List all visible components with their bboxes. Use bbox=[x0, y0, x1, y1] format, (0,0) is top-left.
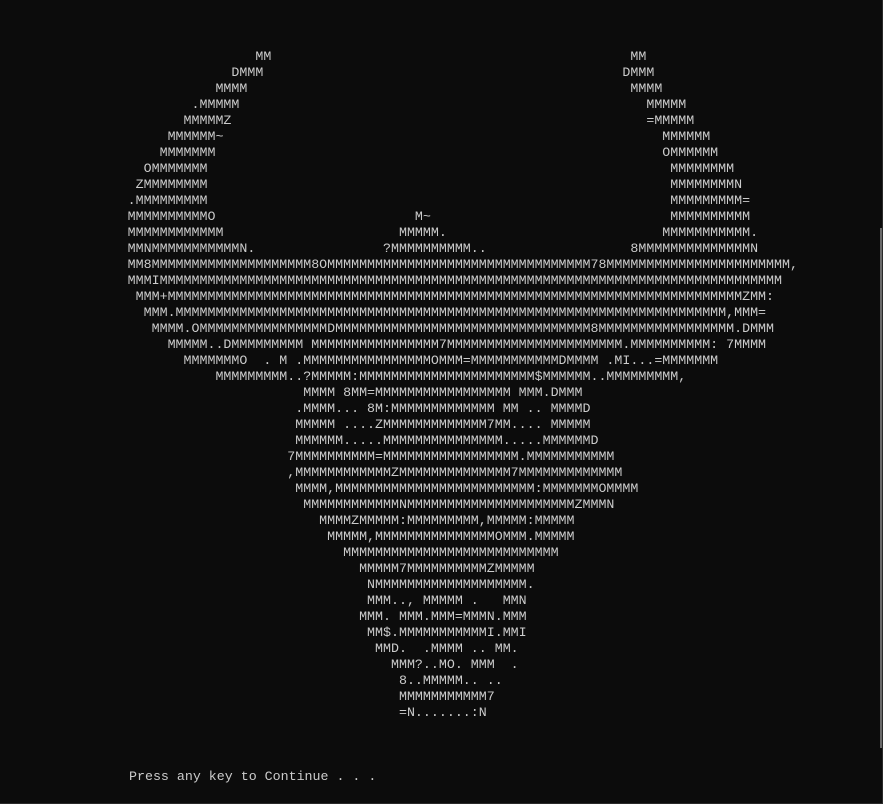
ascii-art-line: MMMMMMMMMMMM MMMMM. MMMMMMMMMMM. bbox=[0, 225, 759, 240]
ascii-art-line: MMMMM ....ZMMMMMMMMMMMMM7MM.... MMMMM bbox=[0, 417, 591, 432]
ascii-art-line: .MMMM... 8M:MMMMMMMMMMMMM MM .. MMMMD bbox=[0, 401, 591, 416]
ascii-art-line: MMM+MMMMMMMMMMMMMMMMMMMMMMMMMMMMMMMMMMMM… bbox=[0, 289, 775, 304]
ascii-art-line: MMMMMMM OMMMMMM bbox=[0, 145, 719, 160]
ascii-art-line: MMMMMMMMM..?MMMMM:MMMMMMMMMMMMMMMMMMMMMM… bbox=[0, 369, 687, 384]
ascii-art-line: MMMMMMMMMMMMMMMMMMMMMMMMMMM bbox=[0, 545, 559, 560]
ascii-art-line: ZMMMMMMMM MMMMMMMMN bbox=[0, 177, 743, 192]
ascii-art-line: .MMMMM MMMMM bbox=[0, 97, 687, 112]
ascii-art-line: MMMMMM.....MMMMMMMMMMMMMMM.....MMMMMMD bbox=[0, 433, 599, 448]
ascii-art-line: =N.......:N bbox=[0, 705, 487, 720]
ascii-art-line: MMMM.OMMMMMMMMMMMMMMMMDMMMMMMMMMMMMMMMMM… bbox=[0, 321, 775, 336]
ascii-art-line: DMMM DMMM bbox=[0, 65, 655, 80]
scrollbar-edge[interactable] bbox=[880, 228, 882, 748]
ascii-art-line: ,MMMMMMMMMMMMZMMMMMMMMMMMMMM7MMMMMMMMMMM… bbox=[0, 465, 623, 480]
continue-prompt: Press any key to Continue . . . bbox=[129, 769, 377, 784]
ascii-art-line: MMMMZMMMMM:MMMMMMMMM,MMMMM:MMMMM bbox=[0, 513, 575, 528]
ascii-art-line: MMMMM,MMMMMMMMMMMMMMMOMMM.MMMMM bbox=[0, 529, 575, 544]
ascii-art-line: OMMMMMMM MMMMMMMM bbox=[0, 161, 735, 176]
ascii-art-line: MMMM 8MM=MMMMMMMMMMMMMMMMM MMM.DMMM bbox=[0, 385, 583, 400]
ascii-art-line: MMM?..MO. MMM . bbox=[0, 657, 519, 672]
ascii-art-line: MMM.MMMMMMMMMMMMMMMMMMMMMMMMMMMMMMMMMMMM… bbox=[0, 305, 767, 320]
ascii-art-line: MMMMMMMMMMO M~ MMMMMMMMMM bbox=[0, 209, 751, 224]
ascii-art-line: 7MMMMMMMMMM=MMMMMMMMMMMMMMMMM.MMMMMMMMMM… bbox=[0, 449, 615, 464]
ascii-art-output: MM MM DMMM DMMM MMMM MMMM .MMMMM MMMMM M… bbox=[0, 49, 798, 721]
ascii-art-line: MMMM MMMM bbox=[0, 81, 663, 96]
ascii-art-line: MMMMMMMMMMM7 bbox=[0, 689, 495, 704]
ascii-art-line: MMM. MMM.MMM=MMMN.MMM bbox=[0, 609, 527, 624]
ascii-art-line: MMM.., MMMMM . MMN bbox=[0, 593, 527, 608]
ascii-art-line: MMMMMM~ MMMMMM bbox=[0, 129, 711, 144]
ascii-art-line: MM8MMMMMMMMMMMMMMMMMMMM8OMMMMMMMMMMMMMMM… bbox=[0, 257, 798, 272]
ascii-art-line: MM MM bbox=[0, 49, 647, 64]
ascii-art-line: MMMIMMMMMMMMMMMMMMMMMMMMMMMMMMMMMMMMMMMM… bbox=[0, 273, 782, 288]
console-window[interactable]: MM MM DMMM DMMM MMMM MMMM .MMMMM MMMMM M… bbox=[0, 0, 883, 804]
ascii-art-line: 8..MMMMM.. .. bbox=[0, 673, 503, 688]
ascii-art-line: .MMMMMMMMM MMMMMMMMM= bbox=[0, 193, 751, 208]
ascii-art-line: MMMMM..DMMMMMMMMM MMMMMMMMMMMMMMMM7MMMMM… bbox=[0, 337, 767, 352]
ascii-art-line: MMNMMMMMMMMMMMN. ?MMMMMMMMMM.. 8MMMMMMMM… bbox=[0, 241, 759, 256]
ascii-art-line: MMD. .MMMM .. MM. bbox=[0, 641, 519, 656]
ascii-art-line: MMMM,MMMMMMMMMMMMMMMMMMMMMMMMM:MMMMMMMOM… bbox=[0, 481, 639, 496]
ascii-art-line: NMMMMMMMMMMMMMMMMMMM. bbox=[0, 577, 535, 592]
ascii-art-line: MMMMM7MMMMMMMMMMZMMMMM bbox=[0, 561, 535, 576]
ascii-art-line: MMMMMZ =MMMMM bbox=[0, 113, 695, 128]
ascii-art-line: MM$.MMMMMMMMMMMI.MMI bbox=[0, 625, 527, 640]
ascii-art-line: MMMMMMMO . M .MMMMMMMMMMMMMMMMOMMM=MMMMM… bbox=[0, 353, 719, 368]
ascii-art-line: MMMMMMMMMMMMNMMMMMMMMMMMMMMMMMMMMMZMMMN bbox=[0, 497, 615, 512]
